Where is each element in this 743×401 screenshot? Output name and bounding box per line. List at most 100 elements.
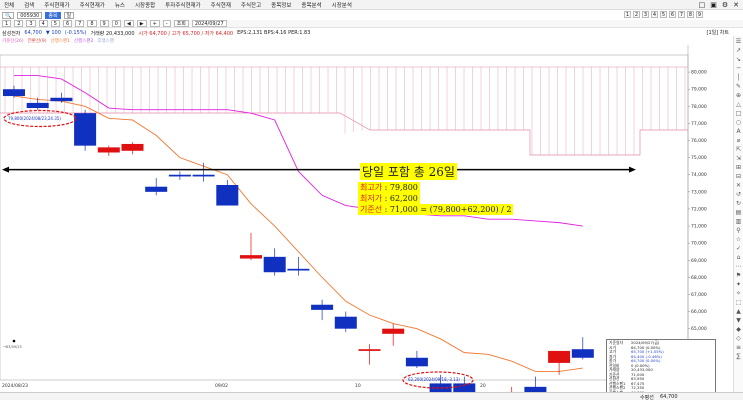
drawing-tool-icon-3[interactable]: ─ bbox=[737, 65, 741, 72]
drawing-tool-icon-0[interactable]: ☰ bbox=[736, 38, 741, 45]
candle-body[interactable] bbox=[98, 147, 120, 152]
drawing-tool-icon-34[interactable]: ≡ bbox=[736, 344, 741, 351]
drawing-tool-icon-28[interactable]: ✧ bbox=[736, 290, 741, 297]
chart-tool-button-14[interactable]: 조회 bbox=[174, 20, 189, 27]
menu-item-9[interactable]: 종목정보 bbox=[271, 1, 291, 9]
drawing-tool-icon-6[interactable]: ⊕ bbox=[736, 92, 741, 99]
chart-tool-button-8[interactable]: 9 bbox=[100, 20, 109, 27]
drawing-tool-icon-23[interactable]: ✓ bbox=[736, 245, 741, 252]
menu-item-10[interactable]: 종목분석 bbox=[301, 1, 321, 9]
drawing-tool-icon-31[interactable]: ▼ bbox=[736, 317, 741, 324]
drawing-tool-icon-4[interactable]: │ bbox=[737, 74, 741, 81]
drawing-tool-icon-7[interactable]: △ bbox=[736, 101, 741, 108]
menu-item-3[interactable]: 주식현재가 bbox=[80, 1, 105, 9]
page-button-5[interactable]: 6 bbox=[669, 11, 676, 18]
page-button-6[interactable]: 7 bbox=[678, 11, 685, 18]
menu-item-0[interactable]: 전체 bbox=[4, 1, 14, 9]
drawing-tool-icon-2[interactable]: ↘ bbox=[736, 56, 741, 63]
chart-tool-button-1[interactable]: 2 bbox=[14, 20, 23, 27]
menu-item-7[interactable]: 주식현재 bbox=[211, 1, 231, 9]
chart-tool-button-12[interactable]: + bbox=[150, 20, 160, 27]
candle-body[interactable] bbox=[122, 144, 144, 151]
drawing-tool-icon-30[interactable]: ▲ bbox=[736, 308, 741, 315]
drawing-tool-icon-24[interactable]: ⌂ bbox=[737, 254, 741, 261]
chart-tool-button-10[interactable]: ◀ bbox=[124, 20, 134, 27]
candle-body[interactable] bbox=[27, 103, 49, 108]
candle-body[interactable] bbox=[169, 175, 191, 177]
page-button-1[interactable]: 2 bbox=[633, 11, 640, 18]
drawing-tool-icon-12[interactable]: ⇱ bbox=[736, 146, 741, 153]
chart-tool-button-3[interactable]: 4 bbox=[39, 20, 48, 27]
candle-body[interactable] bbox=[193, 175, 215, 177]
menu-item-4[interactable]: 뉴스 bbox=[115, 1, 125, 9]
drawing-tool-icon-32[interactable]: ◆ bbox=[736, 326, 741, 333]
page-button-7[interactable]: 8 bbox=[687, 11, 694, 18]
chart-tool-button-7[interactable]: 8 bbox=[87, 20, 96, 27]
menu-item-8[interactable]: 주식잔고 bbox=[241, 1, 261, 9]
candle-body[interactable] bbox=[240, 255, 262, 258]
menu-item-6[interactable]: 투자주식현재가 bbox=[165, 1, 200, 9]
drawing-tool-icon-26[interactable]: ⚑ bbox=[736, 272, 741, 279]
candle-body[interactable] bbox=[335, 317, 357, 329]
drawing-tool-icon-13[interactable]: ⇲ bbox=[736, 155, 741, 162]
drawing-tool-icon-22[interactable]: ☆ bbox=[736, 236, 741, 243]
window-button-1[interactable]: ▣ bbox=[710, 1, 717, 9]
page-button-3[interactable]: 4 bbox=[651, 11, 658, 18]
drawing-tool-icon-19[interactable]: ▤ bbox=[736, 209, 742, 216]
candle-body[interactable] bbox=[264, 257, 286, 272]
drawing-tool-icon-1[interactable]: ↗ bbox=[736, 47, 741, 54]
stock-type-dropdown[interactable]: 종목 bbox=[45, 12, 60, 19]
window-button-2[interactable]: ⚙ bbox=[722, 1, 728, 9]
candle-body[interactable] bbox=[382, 329, 404, 334]
window-button-3[interactable]: ✕ bbox=[733, 1, 739, 9]
chart-tool-button-4[interactable]: 5 bbox=[51, 20, 60, 27]
drawing-tool-icon-27[interactable]: ✦ bbox=[736, 281, 741, 288]
drawing-tool-icon-9[interactable]: ○ bbox=[736, 119, 741, 126]
drawing-tool-icon-15[interactable]: ⊟ bbox=[736, 173, 741, 180]
candle-body[interactable] bbox=[359, 349, 381, 351]
candle-body[interactable] bbox=[145, 187, 167, 192]
chart-tool-button-15[interactable]: 2024/09/27 bbox=[192, 20, 227, 27]
menu-item-2[interactable]: 주식현재가 bbox=[44, 1, 69, 9]
drawing-tool-icon-20[interactable]: ▥ bbox=[736, 218, 742, 225]
chart-tool-button-9[interactable]: 0 bbox=[112, 20, 121, 27]
chart-tool-button-2[interactable]: 3 bbox=[26, 20, 35, 27]
drawing-tool-icon-11[interactable]: ⌀ bbox=[737, 137, 741, 144]
candle-body[interactable] bbox=[50, 98, 72, 101]
page-button-8[interactable]: 9 bbox=[696, 11, 703, 18]
page-button-4[interactable]: 5 bbox=[660, 11, 667, 18]
chart-tool-button-6[interactable]: 7 bbox=[75, 20, 84, 27]
chart-tool-button-11[interactable]: ▶ bbox=[137, 20, 147, 27]
period-selector[interactable]: 일 bbox=[64, 12, 75, 19]
chart-tool-button-5[interactable]: 6 bbox=[63, 20, 72, 27]
drawing-tool-icon-18[interactable]: ↻ bbox=[736, 200, 741, 207]
candle-body[interactable] bbox=[216, 185, 238, 206]
page-button-0[interactable]: 1 bbox=[624, 11, 631, 18]
candle-body[interactable] bbox=[74, 113, 96, 146]
page-button-2[interactable]: 3 bbox=[642, 11, 649, 18]
chart-tool-button-0[interactable]: 1 bbox=[2, 20, 11, 27]
drawing-tool-icon-16[interactable]: ✕ bbox=[736, 182, 741, 189]
chart-tool-button-13[interactable]: - bbox=[163, 20, 171, 27]
candle-body[interactable] bbox=[406, 358, 428, 367]
drawing-tool-icon-25[interactable]: ⋯ bbox=[736, 263, 742, 270]
drawing-tool-icon-14[interactable]: ⊞ bbox=[736, 164, 741, 171]
drawing-tool-icon-29[interactable]: ⬚ bbox=[736, 299, 742, 306]
drawing-tool-icon-17[interactable]: ↺ bbox=[736, 191, 741, 198]
candle-body[interactable] bbox=[287, 269, 309, 271]
menu-item-11[interactable]: 시장분석 bbox=[332, 1, 352, 9]
menu-item-1[interactable]: 검색 bbox=[24, 1, 34, 9]
stock-code-input[interactable]: 005930 bbox=[17, 12, 42, 19]
candle-body[interactable] bbox=[572, 349, 594, 358]
search-icon[interactable]: 🔍 bbox=[2, 12, 14, 19]
drawing-tool-icon-8[interactable]: □ bbox=[736, 110, 742, 117]
candle-body[interactable] bbox=[311, 305, 333, 310]
drawing-tool-icon-35[interactable]: ∑ bbox=[736, 353, 740, 360]
drawing-tool-icon-5[interactable]: ✎ bbox=[736, 83, 741, 90]
drawing-tool-icon-33[interactable]: ◇ bbox=[736, 335, 741, 342]
drawing-tool-icon-10[interactable]: A bbox=[736, 128, 740, 135]
candle-body[interactable] bbox=[3, 89, 25, 96]
drawing-tool-icon-21[interactable]: ⚲ bbox=[736, 227, 740, 234]
candle-body[interactable] bbox=[548, 351, 570, 363]
menu-item-5[interactable]: 시장종합 bbox=[135, 1, 155, 9]
